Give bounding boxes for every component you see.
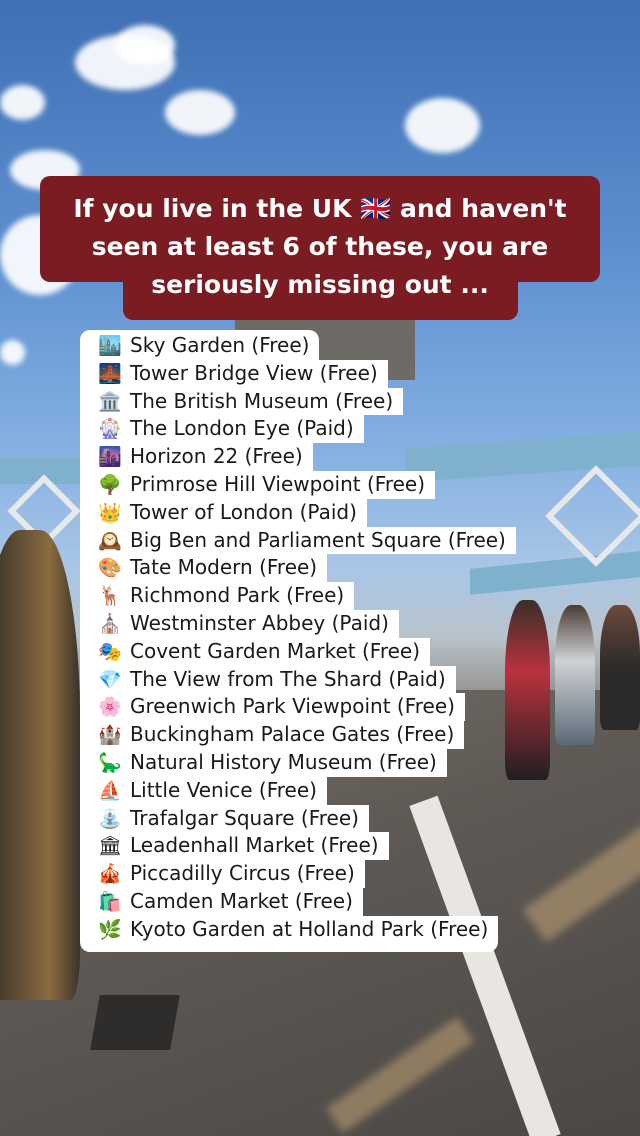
attraction-label: Greenwich Park Viewpoint (Free) (130, 694, 455, 719)
drain-cover (90, 995, 180, 1050)
attraction-label: The British Museum (Free) (130, 388, 394, 413)
cloud (0, 340, 25, 365)
list-item: 🏛️ The British Museum (Free) (80, 387, 404, 416)
attraction-emoji-icon: 🌉 (98, 362, 122, 385)
attraction-emoji-icon: 🎭 (98, 640, 122, 663)
list-item: 🎨 Tate Modern (Free) (80, 554, 328, 583)
list-item: 🌳 Primrose Hill Viewpoint (Free) (80, 470, 436, 499)
person-left-jacket (0, 530, 80, 1000)
list-item: ⛲ Trafalgar Square (Free) (80, 804, 369, 833)
attraction-emoji-icon: 🏛️ (98, 390, 122, 413)
attraction-label: Kyoto Garden at Holland Park (Free) (130, 916, 489, 941)
attraction-emoji-icon: 🏰 (98, 724, 122, 747)
list-item: 🛍️ Camden Market (Free) (80, 887, 363, 916)
list-item: 🌿 Kyoto Garden at Holland Park (Free) (80, 915, 499, 952)
attraction-emoji-icon: 🎡 (98, 418, 122, 441)
headline: If you live in the UK 🇬🇧 and haven't see… (73, 194, 567, 299)
cloud (0, 85, 45, 120)
attraction-label: Horizon 22 (Free) (130, 444, 303, 469)
list-item: 🎭 Covent Garden Market (Free) (80, 637, 431, 666)
list-item: 🏛 Leadenhall Market (Free) (80, 832, 389, 861)
list-item: 🌸 Greenwich Park Viewpoint (Free) (80, 693, 465, 722)
list-item: ⛵ Little Venice (Free) (80, 776, 327, 805)
attraction-label: Trafalgar Square (Free) (130, 805, 359, 830)
attraction-emoji-icon: 🎪 (98, 863, 122, 886)
attraction-label: Sky Garden (Free) (130, 333, 310, 357)
list-item: 🌉 Tower Bridge View (Free) (80, 359, 388, 388)
attraction-label: Little Venice (Free) (130, 777, 317, 802)
cloud (165, 90, 235, 135)
cloud (405, 98, 480, 153)
attraction-emoji-icon: 👑 (98, 501, 122, 524)
list-item: 🕰️ Big Ben and Parliament Square (Free) (80, 526, 516, 555)
pedestrian (600, 605, 640, 730)
attraction-emoji-icon: ⛲ (98, 807, 122, 830)
list-item: 🦌 Richmond Park (Free) (80, 582, 355, 610)
attraction-label: Leadenhall Market (Free) (130, 833, 379, 858)
attraction-emoji-icon: 🏙️ (98, 335, 122, 357)
attraction-emoji-icon: 🛍️ (98, 890, 122, 913)
attraction-emoji-icon: 🕰️ (98, 529, 122, 552)
attraction-label: Big Ben and Parliament Square (Free) (130, 527, 506, 552)
attraction-label: Piccadilly Circus (Free) (130, 861, 355, 886)
attraction-emoji-icon: 🦌 (98, 585, 122, 608)
attraction-label: Richmond Park (Free) (130, 583, 345, 608)
attraction-label: Tate Modern (Free) (130, 555, 318, 580)
list-item: 👑 Tower of London (Paid) (80, 498, 367, 527)
attraction-label: Westminster Abbey (Paid) (130, 610, 389, 635)
list-item: 🦕 Natural History Museum (Free) (80, 748, 447, 777)
attraction-label: Covent Garden Market (Free) (130, 638, 421, 663)
attraction-list: 🏙️ Sky Garden (Free) 🌉 Tower Bridge View (F… (80, 330, 570, 952)
attraction-label: The London Eye (Paid) (130, 416, 354, 441)
attraction-emoji-icon: 🎨 (98, 557, 122, 580)
list-item: 🎡 The London Eye (Paid) (80, 415, 364, 444)
attraction-label: Tower Bridge View (Free) (130, 360, 378, 385)
cloud (115, 25, 175, 65)
attraction-emoji-icon: 🦕 (98, 751, 122, 774)
list-item: 🌆 Horizon 22 (Free) (80, 443, 313, 471)
attraction-emoji-icon: 🏛 (97, 835, 123, 858)
attraction-emoji-icon: 🌸 (98, 696, 122, 719)
list-item: ⛪ Westminster Abbey (Paid) (80, 609, 399, 638)
attraction-emoji-icon: 🌳 (98, 473, 122, 496)
attraction-label: Buckingham Palace Gates (Free) (130, 722, 455, 747)
attraction-label: Tower of London (Paid) (130, 499, 357, 524)
attraction-label: The View from The Shard (Paid) (130, 666, 446, 691)
list-item: 🏰 Buckingham Palace Gates (Free) (80, 721, 465, 749)
attraction-emoji-icon: 🌆 (98, 446, 122, 469)
attraction-label: Camden Market (Free) (130, 888, 353, 913)
attraction-emoji-icon: 🌿 (98, 918, 122, 941)
attraction-emoji-icon: 💎 (98, 668, 122, 691)
attraction-label: Natural History Museum (Free) (130, 749, 437, 774)
list-item: 🎪 Piccadilly Circus (Free) (80, 860, 365, 888)
attraction-label: Primrose Hill Viewpoint (Free) (130, 471, 426, 496)
attraction-emoji-icon: ⛪ (98, 612, 122, 635)
list-item: 💎 The View from The Shard (Paid) (80, 665, 456, 694)
attraction-emoji-icon: ⛵ (98, 779, 122, 802)
list-item: 🏙️ Sky Garden (Free) (80, 330, 320, 360)
